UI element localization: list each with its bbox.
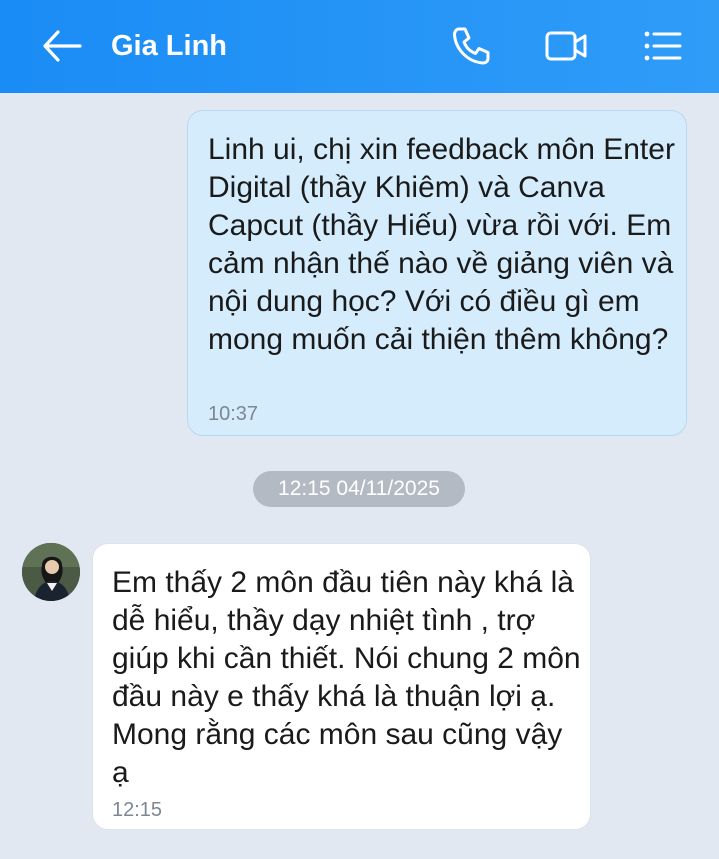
message-text: Em thấy 2 môn đầu tiên này khá là dễ hiể… bbox=[112, 566, 581, 789]
message-time: 10:37 bbox=[208, 403, 259, 425]
chat-header: Gia Linh bbox=[0, 0, 719, 93]
chat-screen: Gia Linh Linh ui, chị xin feedback môn E… bbox=[0, 0, 719, 859]
message-time: 12:15 bbox=[112, 799, 163, 821]
contact-name[interactable]: Gia Linh bbox=[111, 26, 227, 66]
back-arrow-icon[interactable] bbox=[38, 26, 86, 66]
phone-icon[interactable] bbox=[447, 22, 495, 70]
video-icon[interactable] bbox=[542, 22, 590, 70]
date-divider: 12:15 04/11/2025 bbox=[253, 471, 465, 507]
outgoing-message-bubble[interactable]: Linh ui, chị xin feedback môn Enter Digi… bbox=[187, 110, 687, 436]
message-text: Linh ui, chị xin feedback môn Enter Digi… bbox=[208, 133, 675, 356]
list-menu-icon[interactable] bbox=[638, 22, 686, 70]
contact-avatar[interactable] bbox=[22, 543, 80, 601]
incoming-message-bubble[interactable]: Em thấy 2 môn đầu tiên này khá là dễ hiể… bbox=[92, 543, 591, 830]
